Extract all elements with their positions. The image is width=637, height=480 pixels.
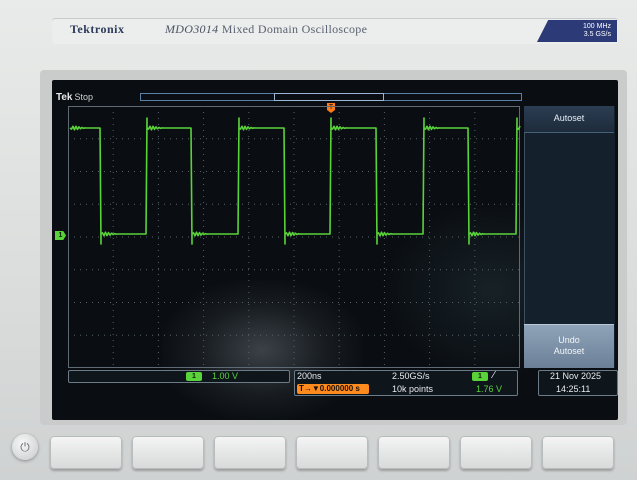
bottom-softkey-3[interactable]	[214, 436, 286, 469]
bottom-softkey-2[interactable]	[132, 436, 204, 469]
time-per-div: 200ns	[297, 371, 322, 381]
bottom-softkey-7[interactable]	[542, 436, 614, 469]
time-value: 14:25:11	[556, 384, 591, 394]
autoset-button[interactable]: Autoset	[524, 106, 614, 133]
undo-autoset-button[interactable]: Undo Autoset	[524, 324, 614, 368]
graticule-grid	[68, 106, 520, 368]
rising-edge-icon: ∕	[493, 370, 495, 381]
ch1-scale-value: 1.00 V	[212, 371, 239, 381]
sample-rate-value: 2.50GS/s	[392, 371, 430, 381]
trigger-delay-value: T→▼0.000000 s	[299, 384, 360, 393]
undo-label-line2: Autoset	[553, 346, 585, 356]
date-value: 21 Nov 2025	[550, 371, 602, 381]
trigger-level-value: 1.76 V	[476, 384, 503, 394]
bottom-softkey-4[interactable]	[296, 436, 368, 469]
power-icon[interactable]: ⏻	[12, 434, 38, 460]
channel-scale-readout[interactable]	[68, 370, 290, 383]
ch1-badge: 1	[186, 372, 202, 381]
bottom-softkey-5[interactable]	[378, 436, 450, 469]
trigger-source-badge: 1	[472, 372, 488, 381]
bottom-softkey-1[interactable]	[50, 436, 122, 469]
undo-label-line1: Undo	[558, 335, 580, 345]
record-length-value: 10k points	[392, 384, 434, 394]
ch1-waveform	[69, 117, 521, 245]
bottom-softkey-6[interactable]	[460, 436, 532, 469]
